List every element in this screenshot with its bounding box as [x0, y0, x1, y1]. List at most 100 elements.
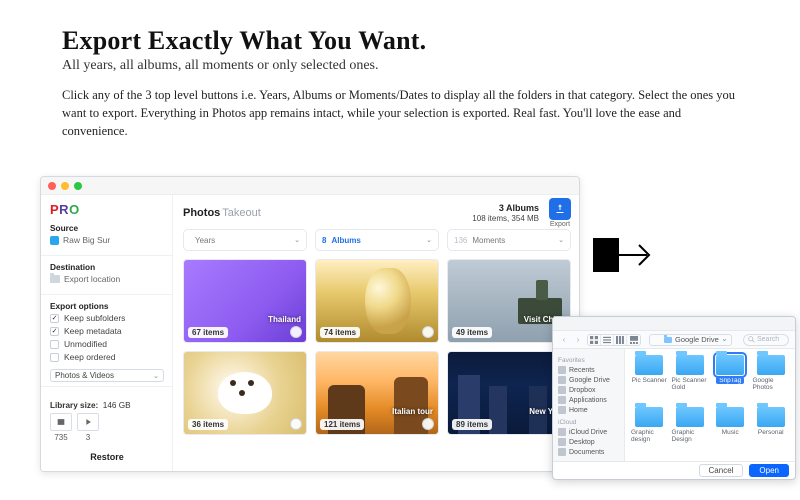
library-size: Library size: 146 GB: [50, 401, 164, 410]
column-view-icon[interactable]: [614, 335, 627, 345]
folder-icon: [676, 355, 704, 375]
chevron-down-icon: ⌄: [294, 236, 300, 244]
item-count-badge: 67 items: [188, 327, 228, 338]
album-tile[interactable]: 67 items Thailand: [183, 259, 307, 343]
subheadline: All years, all albums, all moments or on…: [62, 58, 740, 74]
forward-button[interactable]: ›: [573, 334, 583, 346]
folder-label: Graphic Design: [672, 429, 709, 443]
export-label: Export: [549, 221, 571, 228]
option-label: Unmodified: [64, 339, 107, 349]
finder-folder[interactable]: Google Photos: [753, 355, 790, 403]
chevron-down-icon: ⌄: [558, 236, 564, 244]
finder-folder[interactable]: Graphic design: [631, 407, 668, 455]
sidebar-icon: [558, 366, 566, 374]
folder-label: Music: [722, 429, 739, 436]
option-label: Keep ordered: [64, 352, 116, 362]
app-logo: PRO: [50, 202, 164, 217]
finder-dialog: ‹ › Google Drive Search Favorites Recent…: [552, 316, 796, 480]
tab-albums[interactable]: 8Albums⌄: [315, 229, 439, 251]
view-mode-segment[interactable]: [587, 334, 641, 346]
sidebar-favorite[interactable]: Applications: [558, 395, 619, 405]
sidebar-favorite[interactable]: Dropbox: [558, 385, 619, 395]
finder-footer: Cancel Open: [553, 461, 795, 479]
tab-years[interactable]: Years⌄: [183, 229, 307, 251]
finder-folder[interactable]: Pic Scanner Gold: [672, 355, 709, 403]
tab-moments[interactable]: 136Moments⌄: [447, 229, 571, 251]
select-checkbox[interactable]: [290, 326, 302, 338]
destination-label: Destination: [50, 262, 164, 272]
back-button[interactable]: ‹: [559, 334, 569, 346]
option-label: Keep subfolders: [64, 313, 125, 323]
sidebar-icloud[interactable]: iCloud Drive: [558, 427, 619, 437]
finder-toolbar: ‹ › Google Drive Search: [553, 331, 795, 349]
minimize-traffic-light[interactable]: [61, 182, 69, 190]
checkbox-icon: [50, 327, 59, 336]
body-text: Click any of the 3 top level buttons i.e…: [62, 86, 740, 140]
sidebar-favorite[interactable]: Google Drive: [558, 375, 619, 385]
headline: Export Exactly What You Want.: [62, 26, 740, 56]
folder-icon: [757, 355, 785, 375]
export-option[interactable]: Keep metadata: [50, 326, 164, 336]
list-view-icon[interactable]: [601, 335, 614, 345]
finder-folder[interactable]: Pic Scanner: [631, 355, 668, 403]
icloud-group-label: iCloud: [558, 419, 619, 426]
sidebar-icon: [558, 428, 566, 436]
restore-button[interactable]: Restore: [82, 449, 132, 465]
app-main: PhotosTakeout 3 Albums 108 items, 354 MB…: [173, 195, 579, 471]
path-control[interactable]: Google Drive: [649, 334, 732, 346]
item-count-badge: 36 items: [188, 419, 228, 430]
select-checkbox[interactable]: [422, 418, 434, 430]
folder-label: SnpTag: [716, 377, 744, 384]
album-tile[interactable]: 121 items Italian tour: [315, 351, 439, 435]
select-checkbox[interactable]: [422, 326, 434, 338]
finder-folder[interactable]: SnpTag: [712, 355, 749, 403]
zoom-traffic-light[interactable]: [74, 182, 82, 190]
close-traffic-light[interactable]: [48, 182, 56, 190]
sidebar-icloud[interactable]: Desktop: [558, 437, 619, 447]
album-tile[interactable]: 36 items: [183, 351, 307, 435]
item-count-badge: 74 items: [320, 327, 360, 338]
sidebar-favorite[interactable]: Recents: [558, 365, 619, 375]
album-tile[interactable]: 74 items: [315, 259, 439, 343]
media-type-select[interactable]: Photos & Videos⌄: [50, 369, 164, 382]
cancel-button[interactable]: Cancel: [699, 464, 744, 477]
library-icon: [50, 236, 59, 245]
export-option[interactable]: Keep subfolders: [50, 313, 164, 323]
folder-icon: [664, 337, 672, 343]
videos-count: 3: [77, 433, 99, 442]
checkbox-icon: [50, 353, 59, 362]
export-button[interactable]: [549, 198, 571, 220]
album-caption: Italian tour: [392, 407, 433, 416]
finder-content: Pic ScannerPic Scanner Gold SnpTag Google …: [625, 349, 795, 461]
gallery-view-icon[interactable]: [627, 335, 640, 345]
icon-view-icon[interactable]: [588, 335, 601, 345]
folder-label: Graphic design: [631, 429, 668, 443]
page-title: PhotosTakeout: [183, 207, 261, 219]
export-option[interactable]: Unmodified: [50, 339, 164, 349]
selection-stats: 3 Albums 108 items, 354 MB: [472, 203, 539, 223]
search-field[interactable]: Search: [743, 334, 789, 346]
checkbox-icon: [50, 340, 59, 349]
photos-count-tile: [50, 413, 72, 431]
albums-grid: 67 items Thailand 74 items 49 items Visi…: [183, 259, 571, 435]
item-count-badge: 49 items: [452, 327, 492, 338]
app-sidebar: PRO Source Raw Big Sur Destination Expor…: [41, 195, 173, 471]
export-options-label: Export options: [50, 301, 164, 311]
option-label: Keep metadata: [64, 326, 122, 336]
favorites-group-label: Favorites: [558, 357, 619, 364]
folder-label: Personal: [758, 429, 784, 436]
finder-folder[interactable]: Music: [712, 407, 749, 455]
sidebar-icon: [558, 406, 566, 414]
select-checkbox[interactable]: [290, 418, 302, 430]
finder-sidebar: Favorites RecentsGoogle DriveDropboxAppl…: [553, 349, 625, 461]
finder-folder[interactable]: Personal: [753, 407, 790, 455]
finder-folder[interactable]: Graphic Design: [672, 407, 709, 455]
sidebar-favorite[interactable]: Home: [558, 405, 619, 415]
destination-row[interactable]: Export location: [50, 274, 164, 284]
item-count-badge: 89 items: [452, 419, 492, 430]
source-row[interactable]: Raw Big Sur: [50, 235, 164, 245]
sidebar-icloud[interactable]: Documents: [558, 447, 619, 457]
open-button[interactable]: Open: [749, 464, 789, 477]
export-option[interactable]: Keep ordered: [50, 352, 164, 362]
app-window: PRO Source Raw Big Sur Destination Expor…: [40, 176, 580, 472]
